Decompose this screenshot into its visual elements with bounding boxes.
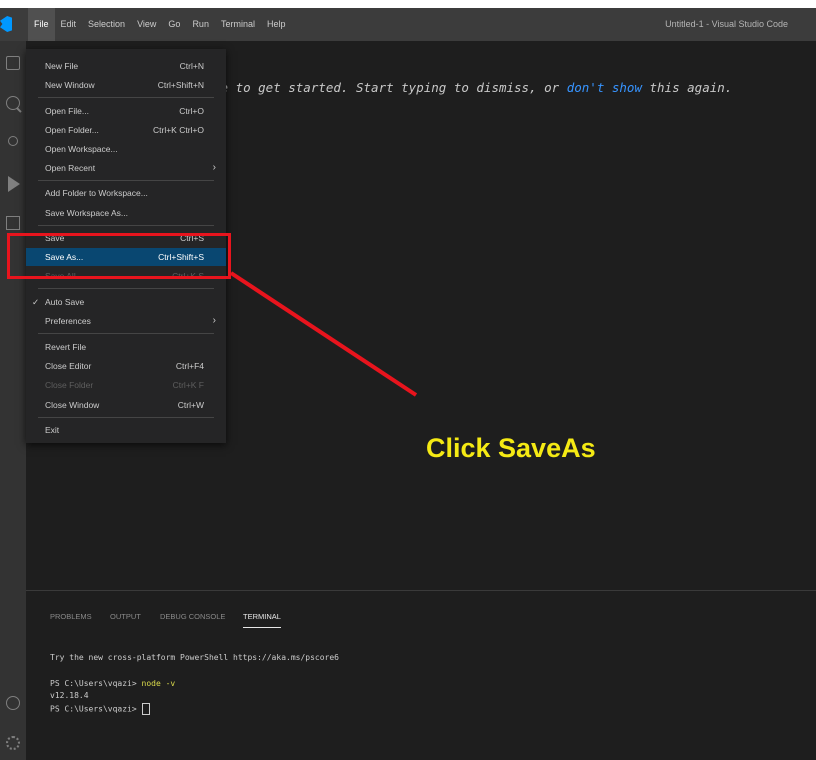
terminal-prompt: PS C:\Users\vqazi>	[50, 704, 142, 714]
terminal-line: Try the new cross-platform PowerShell ht…	[50, 653, 339, 662]
terminal-line: PS C:\Users\vqazi> node -v	[50, 679, 175, 688]
vscode-window: File Edit Selection View Go Run Terminal…	[0, 8, 816, 760]
tab-output[interactable]: OUTPUT	[110, 612, 141, 621]
terminal-line[interactable]: PS C:\Users\vqazi>	[50, 703, 150, 715]
annotation-label: Click SaveAs	[426, 433, 596, 463]
terminal-prompt: PS C:\Users\vqazi>	[50, 679, 142, 688]
tab-problems[interactable]: PROBLEMS	[50, 612, 92, 621]
tab-terminal[interactable]: TERMINAL	[243, 612, 281, 628]
tab-debug-console[interactable]: DEBUG CONSOLE	[160, 612, 225, 621]
bottom-panel: PROBLEMS OUTPUT DEBUG CONSOLE TERMINAL T…	[26, 590, 816, 760]
annotation-line	[229, 271, 418, 397]
terminal-output: v12.18.4	[50, 691, 89, 700]
terminal-command: node -v	[141, 679, 176, 688]
terminal-cursor	[141, 703, 150, 715]
